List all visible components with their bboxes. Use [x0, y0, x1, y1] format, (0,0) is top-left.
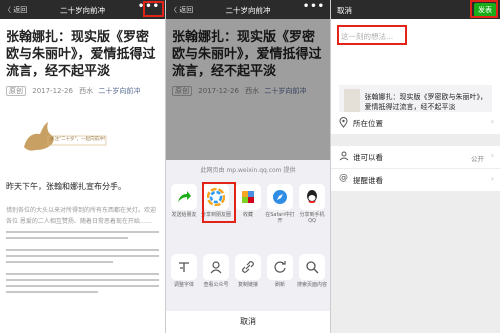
- share-row: 发送给朋友 分享到朋友圈 收藏 在Safari中打开 分享到手机QQ: [166, 184, 330, 224]
- image-caption: 关注"二十岁"，一起向前冲！: [50, 137, 109, 142]
- copy-link-label: 复制链接: [237, 282, 258, 288]
- chevron-right-icon: ›: [490, 151, 494, 160]
- refresh-label: 刷新: [274, 282, 285, 288]
- search-page-label: 搜索页面内容: [297, 282, 328, 288]
- refresh-button[interactable]: 刷新: [265, 254, 295, 288]
- chevron-right-icon: ›: [490, 174, 494, 183]
- compose-panel: 取消 发表 这一刻的想法... 张翰娜扎：现实版《罗密欧与朱丽叶》，爱情抵得过流…: [331, 0, 500, 333]
- cancel-button[interactable]: 取消: [166, 311, 330, 333]
- font-size-icon: [171, 254, 197, 280]
- safari-label: 在Safari中打开: [265, 212, 295, 224]
- article-body-text: 惜别各位的大头以来对所得到的所有东西都在关灯。欢迎各位 恩爱的二人相互赞扬、随着…: [6, 207, 157, 225]
- location-icon: [339, 117, 348, 130]
- more-menu-icon[interactable]: •••: [303, 1, 325, 12]
- visibility-row[interactable]: 谁可以看 公开 ›: [331, 146, 500, 168]
- copy-link-button[interactable]: 复制链接: [233, 254, 263, 288]
- favorite-icon: [235, 184, 261, 210]
- remind-label: 提醒谁看: [353, 176, 383, 185]
- chevron-right-icon: ›: [490, 117, 494, 126]
- remind-row[interactable]: @ 提醒谁看 ›: [331, 169, 500, 191]
- account-link[interactable]: 二十岁向前冲: [98, 87, 140, 95]
- article-panel: 〈 返回 二十岁向前冲 ••• 张翰娜扎：现实版《罗密欧与朱丽叶》，爱情抵得过流…: [0, 0, 166, 333]
- font-size-label: 调整字体: [173, 282, 194, 288]
- refresh-icon: [267, 254, 293, 280]
- safari-icon: [267, 184, 293, 210]
- location-row[interactable]: 所在位置 ›: [331, 112, 500, 134]
- search-page-icon: [299, 254, 325, 280]
- compose-area: 这一刻的想法... 张翰娜扎：现实版《罗密欧与朱丽叶》，爱情抵得过流言，经不起平…: [331, 19, 500, 125]
- highlight-box: [202, 182, 236, 223]
- at-icon: @: [339, 173, 348, 183]
- article-meta: 原创 2017-12-26 西水 二十岁向前冲: [0, 86, 165, 96]
- view-account-label: 查看公众号: [203, 282, 229, 288]
- highlight-box: [337, 25, 407, 45]
- qq-share-button[interactable]: 分享到手机QQ: [297, 184, 327, 224]
- copy-link-icon: [235, 254, 261, 280]
- qq-icon: [299, 184, 325, 210]
- article-lead: 昨天下午，张翰和娜扎宣布分手。: [6, 182, 126, 191]
- share-friend-label: 发送给朋友: [171, 212, 197, 218]
- article-top-bar: 〈 返回 二十岁向前冲 •••: [0, 0, 165, 19]
- article-body: 惜别各位的大头以来对所得到的所有东西都在关灯。欢迎各位 恩爱的二人相互赞扬、随着…: [6, 205, 159, 297]
- action-row: 调整字体 查看公众号 复制链接 刷新 搜索页面内容: [166, 254, 330, 288]
- provider-text: 此网页由 mp.weixin.qq.com 提供: [200, 167, 296, 174]
- highlight-box: [143, 1, 164, 17]
- cancel-button[interactable]: 取消: [337, 5, 352, 16]
- favorite-button[interactable]: 收藏: [233, 184, 263, 224]
- profile-icon: [203, 254, 229, 280]
- share-panel: 〈 返回 二十岁向前冲 ••• 张翰娜扎：现实版《罗密欧与朱丽叶》，爱情抵得过流…: [166, 0, 331, 333]
- share-friend-icon: [171, 184, 197, 210]
- article-image: 关注"二十岁"，一起向前冲！: [6, 112, 160, 162]
- link-title: 张翰娜扎：现实版《罗密欧与朱丽叶》，爱情抵得过流言，经不起平淡: [364, 93, 488, 111]
- visibility-value: 公开: [471, 155, 484, 163]
- share-sheet: 此网页由 mp.weixin.qq.com 提供 发送给朋友 分享到朋友圈 收藏…: [166, 160, 330, 333]
- article-date: 2017-12-26: [32, 87, 73, 95]
- view-account-button[interactable]: 查看公众号: [201, 254, 231, 288]
- share-top-bar: 〈 返回 二十岁向前冲 •••: [166, 0, 330, 19]
- share-friend-button[interactable]: 发送给朋友: [169, 184, 199, 224]
- font-size-button[interactable]: 调整字体: [169, 254, 199, 288]
- article-author: 西水: [79, 87, 94, 95]
- favorite-label: 收藏: [242, 212, 253, 218]
- location-label: 所在位置: [353, 119, 383, 128]
- visibility-label: 谁可以看: [353, 153, 383, 162]
- article-title: 张翰娜扎：现实版《罗密欧与朱丽叶》，爱情抵得过流言，经不起平淡: [6, 30, 156, 79]
- origin-badge: 原创: [6, 86, 26, 96]
- person-icon: [339, 151, 349, 163]
- qq-label: 分享到手机QQ: [299, 212, 325, 224]
- search-page-button[interactable]: 搜索页面内容: [297, 254, 327, 288]
- highlight-box: [470, 0, 498, 18]
- safari-button[interactable]: 在Safari中打开: [265, 184, 295, 224]
